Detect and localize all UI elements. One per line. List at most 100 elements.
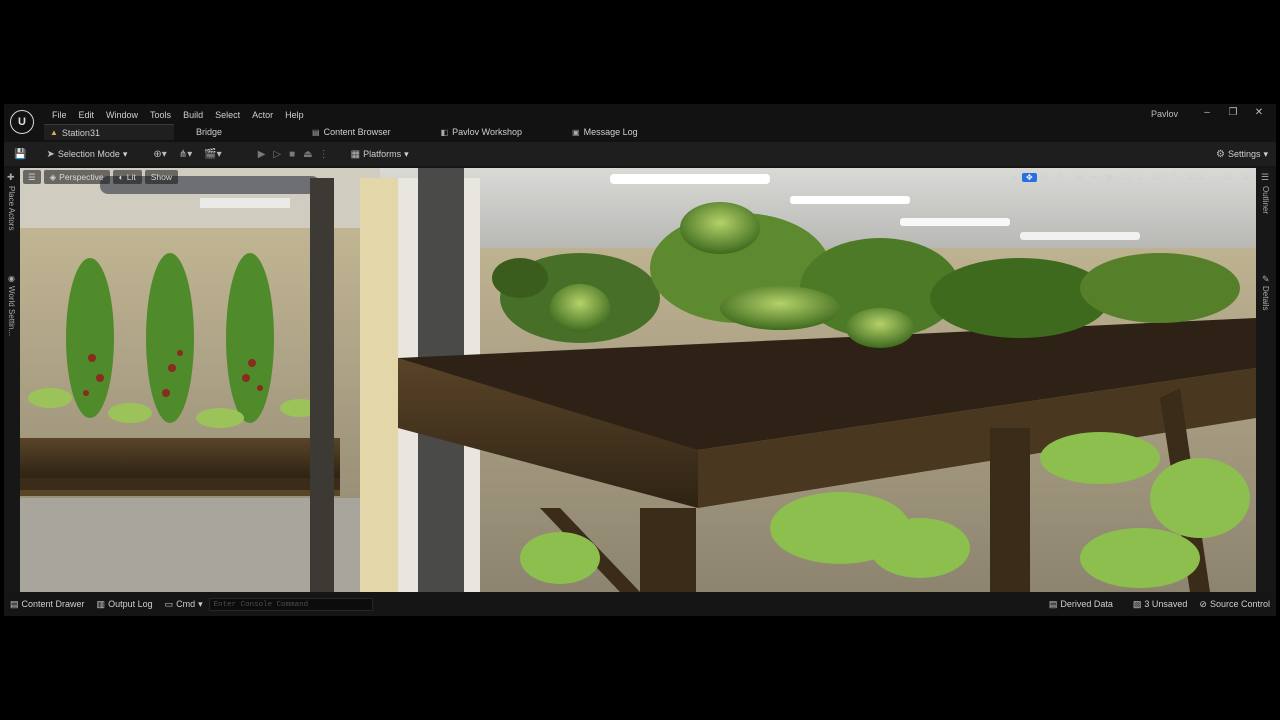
lit-icon: ◐ xyxy=(118,172,124,182)
world-space-icon[interactable]: ◍ xyxy=(1072,173,1087,182)
more-options-icon[interactable]: ⋮ xyxy=(319,149,329,160)
platforms-icon: ▦ xyxy=(350,148,361,160)
play-icon[interactable]: ▶ xyxy=(258,149,266,160)
tab-content-browser[interactable]: ▤ Content Browser xyxy=(312,124,391,140)
content-drawer-button[interactable]: ▤ Content Drawer xyxy=(4,599,91,610)
tab-label: Pavlov Workshop xyxy=(452,127,523,137)
output-log-button[interactable]: ▥ Output Log xyxy=(91,599,159,610)
menu-actor[interactable]: Actor xyxy=(246,108,279,122)
rotation-snap-value[interactable]: 10° xyxy=(1149,173,1169,182)
camera-icon: ◈ xyxy=(49,171,57,182)
tab-label: Message Log xyxy=(583,127,638,137)
tab-pavlov-workshop[interactable]: ◧ Pavlov Workshop xyxy=(441,124,522,140)
menu-edit[interactable]: Edit xyxy=(73,108,101,122)
chevron-down-icon: ▾ xyxy=(1263,148,1268,159)
camera-speed-icon[interactable]: ▭ xyxy=(1207,173,1223,182)
settings-dropdown[interactable]: ⚙ Settings ▾ xyxy=(1216,145,1268,163)
menu-select[interactable]: Select xyxy=(209,108,246,122)
unsaved-label: 3 Unsaved xyxy=(1144,599,1188,609)
unreal-editor-window: U File Edit Window Tools Build Select Ac… xyxy=(4,104,1276,616)
details-tab[interactable]: Details xyxy=(1261,286,1270,310)
status-bar: ▤ Content Drawer ▥ Output Log ▭ Cmd ▾ En… xyxy=(4,592,1276,616)
cmd-label: Cmd xyxy=(176,599,196,609)
derived-data-button[interactable]: ▤ Derived Data xyxy=(1043,599,1119,610)
settings-label: Settings xyxy=(1227,149,1261,159)
unsaved-icon: ▧ xyxy=(1132,598,1142,609)
window-controls: – ❐ ✕ xyxy=(1194,107,1272,118)
select-tool-icon[interactable]: ➤ xyxy=(1007,173,1022,182)
rotation-snap-icon[interactable]: ∠ xyxy=(1134,173,1149,182)
chevron-down-icon: ▾ xyxy=(198,598,203,609)
perspective-button[interactable]: ◈ Perspective xyxy=(43,170,110,184)
editor-tabs: ▲ Station31 Bridge ▤ Content Browser ◧ P… xyxy=(44,124,638,140)
content-drawer-label: Content Drawer xyxy=(21,599,85,609)
content-drawer-icon: ▤ xyxy=(10,598,19,609)
lit-label: Lit xyxy=(126,172,136,182)
source-control-label: Source Control xyxy=(1209,599,1270,609)
tab-station31[interactable]: ▲ Station31 xyxy=(44,124,174,140)
show-label: Show xyxy=(150,172,172,182)
minimize-icon[interactable]: – xyxy=(1194,107,1220,118)
menu-window[interactable]: Window xyxy=(100,108,144,122)
place-actors-icon[interactable]: ✚ xyxy=(7,172,15,183)
menu-tools[interactable]: Tools xyxy=(144,108,177,122)
platforms-dropdown[interactable]: ▦ Platforms ▾ xyxy=(351,145,409,163)
level-icon: ▲ xyxy=(50,128,58,137)
world-settings-tab[interactable]: World Settin... xyxy=(7,286,16,336)
pencil-icon: ✎ xyxy=(1262,274,1270,284)
eject-icon[interactable]: ⏏ xyxy=(303,149,312,160)
output-log-icon: ▥ xyxy=(96,598,106,609)
scale-tool-icon[interactable]: ⤢ xyxy=(1051,172,1065,182)
scale-snap-icon[interactable]: ⤡ xyxy=(1169,172,1183,182)
terminal-icon: ▭ xyxy=(164,598,174,609)
restore-icon[interactable]: ❐ xyxy=(1220,107,1246,118)
outliner-tab[interactable]: Outliner xyxy=(1261,186,1270,214)
menu-help[interactable]: Help xyxy=(279,108,310,122)
grid-snap-value[interactable]: 10 xyxy=(1117,173,1134,182)
menu-file[interactable]: File xyxy=(46,108,73,122)
derived-data-label: Derived Data xyxy=(1060,599,1113,609)
selection-mode-label: Selection Mode xyxy=(57,149,120,159)
tab-bridge[interactable]: Bridge xyxy=(196,124,222,140)
move-tool-icon[interactable]: ✥ xyxy=(1022,172,1037,182)
unreal-logo-icon[interactable]: U xyxy=(10,110,34,134)
source-control-icon: ⊘ xyxy=(1199,598,1207,609)
stop-icon[interactable]: ■ xyxy=(289,149,295,160)
console-command-input[interactable]: Enter Console Command xyxy=(208,597,373,611)
right-panel-drawer: ☰ Outliner ✎ Details xyxy=(1256,168,1276,592)
viewport-transform-tools: ➤ ✥ ⟳ ⤢ ◍ ⚯ ▦ 10 ∠ 10° ⤡ 0.25 ▭ 4 ⊞ xyxy=(1007,170,1254,184)
menu-build[interactable]: Build xyxy=(177,108,209,122)
selection-mode-dropdown[interactable]: ➤ Selection Mode ▾ xyxy=(46,145,127,163)
tab-label: Bridge xyxy=(196,127,223,137)
main-toolbar: 💾 ➤ Selection Mode ▾ ⊕▾ ⋔▾ 🎬▾ ▶ ▷ ■ ⏏ ⋮ … xyxy=(4,142,1276,166)
rotate-tool-icon[interactable]: ⟳ xyxy=(1037,173,1052,182)
gear-icon: ⚙ xyxy=(1215,148,1225,160)
select-arrow-icon: ➤ xyxy=(46,148,55,160)
scale-snap-value[interactable]: 0.25 xyxy=(1184,173,1208,182)
view-mode-button[interactable]: ◐ Lit xyxy=(112,170,142,184)
close-icon[interactable]: ✕ xyxy=(1246,107,1272,118)
grid-snap-icon[interactable]: ▦ xyxy=(1102,173,1118,182)
show-button[interactable]: Show xyxy=(144,170,178,184)
tab-message-log[interactable]: ▣ Message Log xyxy=(572,124,638,140)
hamburger-icon[interactable]: ☰ xyxy=(23,170,41,184)
add-actor-icon[interactable]: ⊕▾ xyxy=(153,149,166,160)
platforms-label: Platforms xyxy=(363,149,402,159)
source-control-button[interactable]: ⊘ Source Control xyxy=(1193,599,1276,610)
main-menu: File Edit Window Tools Build Select Acto… xyxy=(46,108,310,122)
cinematics-icon[interactable]: 🎬▾ xyxy=(204,149,221,160)
globe-icon: ◉ xyxy=(8,274,15,283)
maximize-viewport-icon[interactable]: ⊞ xyxy=(1239,173,1254,182)
level-viewport[interactable]: ☰ ◈ Perspective ◐ Lit Show ➤ ✥ ⟳ ⤢ ◍ ⚯ ▦… xyxy=(20,168,1256,592)
unsaved-button[interactable]: ▧ 3 Unsaved xyxy=(1127,599,1194,610)
outliner-icon[interactable]: ☰ xyxy=(1261,172,1269,183)
chevron-down-icon: ▾ xyxy=(404,148,409,159)
surface-snap-icon[interactable]: ⚯ xyxy=(1087,173,1102,182)
place-actors-tab[interactable]: Place Actors xyxy=(7,186,16,230)
left-panel-drawer: ✚ Place Actors ◉ World Settin... xyxy=(4,168,20,592)
cmd-dropdown[interactable]: ▭ Cmd ▾ xyxy=(159,599,209,610)
save-icon[interactable]: 💾 xyxy=(14,149,26,160)
blueprint-icon[interactable]: ⋔▾ xyxy=(179,149,192,160)
camera-speed-value[interactable]: 4 xyxy=(1223,173,1235,182)
advance-frame-icon[interactable]: ▷ xyxy=(273,149,281,160)
